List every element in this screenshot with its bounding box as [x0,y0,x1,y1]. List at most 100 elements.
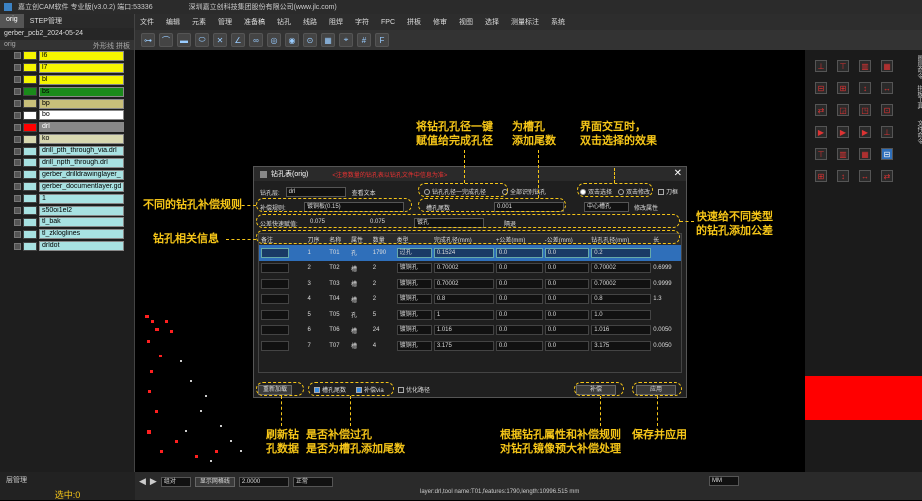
angle-icon[interactable]: ∠ [231,33,245,47]
cell-plus[interactable]: 0.0 [495,278,543,289]
layer-row[interactable]: l6 [0,50,134,62]
right-tool-icon[interactable]: ▦ [859,148,871,160]
menu-item-12[interactable]: 视图 [459,17,473,27]
matrix-icon[interactable]: ▦ [321,33,335,47]
menu-item-14[interactable]: 测量标注 [511,17,539,27]
layer-color-swatch[interactable] [23,229,37,239]
layer-row[interactable]: gerber_documentlayer.gd [0,181,134,193]
cell-minus[interactable]: 0.0 [544,263,590,274]
layer-visible-checkbox[interactable] [14,159,21,167]
layer-visible-checkbox[interactable] [14,88,21,96]
cell-minus[interactable]: 0.0 [544,278,590,289]
menu-item-0[interactable]: 文件 [140,17,154,27]
layer-row[interactable]: bp [0,98,134,110]
layer-color-swatch[interactable] [23,63,37,73]
layer-row[interactable]: tl_bak [0,216,134,228]
menu-item-5[interactable]: 钻孔 [277,17,291,27]
layer-color-swatch[interactable] [23,87,37,97]
cell-finish[interactable]: 3.175 [433,340,494,351]
right-tool-icon[interactable]: ⊡ [881,104,893,116]
layer-row[interactable]: gerber_drilldrawinglayer_ [0,169,134,181]
layer-row[interactable]: bo [0,109,134,121]
layer-visible-checkbox[interactable] [14,123,21,131]
view-text-button[interactable]: 查看文本 [352,188,376,197]
cell-plus[interactable]: 0.0 [495,340,543,351]
right-tool-icon[interactable]: ◲ [837,104,849,116]
note-cell[interactable] [261,294,289,305]
right-tool-icon[interactable]: ⊟ [815,82,827,94]
layer-color-swatch[interactable] [23,75,37,85]
oval-icon[interactable]: ⬭ [195,33,209,47]
note-cell[interactable] [261,278,289,289]
grid-value-input[interactable]: 2.0000 [238,476,289,487]
right-tool-icon[interactable]: ▶ [859,126,871,138]
cell-minus[interactable]: 0.0 [544,325,590,336]
prev-icon[interactable]: ◀ [139,476,146,487]
right-tool-icon[interactable]: ↔ [881,82,893,94]
right-tool-icon[interactable]: ⊞ [815,170,827,182]
tab-step-manage[interactable]: STEP管理 [24,14,68,28]
knife-checkbox[interactable]: 刀框 [658,187,678,196]
cell-plus[interactable]: 0.0 [495,309,543,320]
right-tool-icon[interactable]: ◳ [859,104,871,116]
layer-visible-checkbox[interactable] [14,230,21,238]
table-row[interactable]: 3 T03 槽 2 镀铜孔 0.70002 0.0 0.0 0.70002 0.9999 [259,276,681,292]
center-slot-select[interactable]: 中心槽孔 [584,202,629,212]
right-tool-icon[interactable]: ⇄ [815,104,827,116]
col-outline[interactable]: 外形线 [93,43,114,50]
cell-type[interactable]: 镀铜孔 [396,263,432,274]
cell-plus[interactable]: 0.0 [495,294,543,305]
cell-drill[interactable]: 0.70002 [591,263,652,274]
route-icon[interactable]: ⌒ [159,33,173,47]
table-row[interactable]: 6 T06 槽 24 镀铜孔 1.016 0.0 0.0 1.016 0.0050 [259,323,681,339]
target-icon[interactable]: ◎ [267,33,281,47]
right-tool-icon[interactable]: ↔ [859,170,871,182]
cell-finish[interactable]: 0.1524 [433,247,494,258]
layer-color-swatch[interactable] [23,146,37,156]
table-row[interactable]: 2 T02 槽 2 镀铜孔 0.70002 0.0 0.0 0.70002 0.6999 [259,261,681,277]
cell-type[interactable]: 镀铜孔 [396,278,432,289]
cell-drill[interactable]: 0.2 [591,247,652,258]
close-icon[interactable]: ✕ [674,168,682,179]
table-row[interactable]: 4 T04 槽 2 镀铜孔 0.8 0.0 0.0 0.8 1.3 [259,292,681,308]
col-panel[interactable]: 拼板 [116,43,130,50]
layer-row[interactable]: l7 [0,62,134,74]
drill-layer-select[interactable]: drl [285,187,346,197]
table-row[interactable]: 5 T05 孔 5 镀铜孔 1 0.0 0.0 1.0 [259,307,681,323]
layer-row[interactable]: drill_pth_through_via.drl [0,145,134,157]
drill-icon[interactable]: ⊙ [303,33,317,47]
layer-row[interactable]: s50oi1el2 [0,205,134,217]
right-tool-icon[interactable]: ▶ [815,126,827,138]
right-tool-icon[interactable]: ⊤ [837,60,849,72]
layer-row[interactable]: drl [0,121,134,133]
note-cell[interactable] [261,340,289,351]
cell-finish[interactable]: 0.70002 [433,278,494,289]
cell-finish[interactable]: 0.8 [433,294,494,305]
cell-drill[interactable]: 1.0 [591,309,652,320]
layer-row[interactable]: drldot [0,240,134,252]
layer-visible-checkbox[interactable] [14,76,21,84]
right-tool-icon[interactable]: ▥ [859,60,871,72]
layer-visible-checkbox[interactable] [14,183,21,191]
right-tool-icon[interactable]: ↕ [859,82,871,94]
menu-item-9[interactable]: FPC [381,19,395,26]
layer-visible-checkbox[interactable] [14,195,21,203]
layer-color-swatch[interactable] [23,206,37,216]
menu-item-8[interactable]: 字符 [355,17,369,27]
crosshair-icon[interactable]: ⌖ [339,33,353,47]
layer-visible-checkbox[interactable] [14,100,21,107]
circle-icon[interactable]: ◉ [285,33,299,47]
cell-minus[interactable]: 0.0 [544,309,590,320]
note-cell[interactable] [261,247,289,258]
layer-visible-checkbox[interactable] [14,171,21,179]
menu-item-15[interactable]: 系统 [551,17,565,27]
layer-visible-checkbox[interactable] [14,242,21,250]
grid-icon[interactable]: # [357,33,371,47]
cell-minus[interactable]: 0.0 [544,340,590,351]
cell-type[interactable]: 镀铜孔 [396,309,432,320]
right-tool-icon[interactable]: ▥ [837,148,849,160]
right-tool-icon[interactable]: ▦ [881,60,893,72]
layer-row[interactable]: tl_zkloglines [0,228,134,240]
edit-attr-button[interactable]: 修改属性 [634,203,658,212]
note-cell[interactable] [261,263,289,274]
